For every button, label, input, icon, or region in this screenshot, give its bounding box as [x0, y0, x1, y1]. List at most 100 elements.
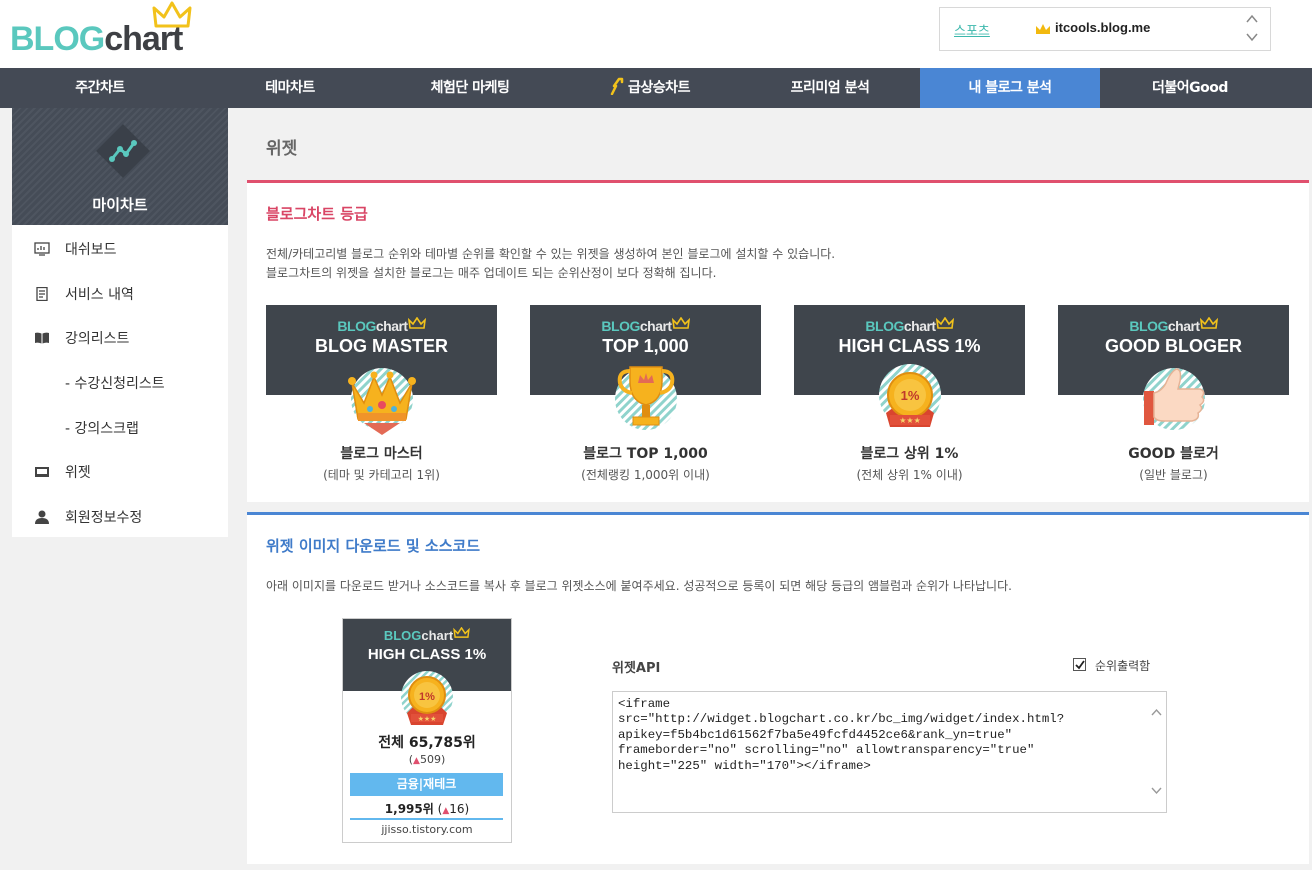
- sidebar-item-label: 서비스 내역: [65, 287, 134, 303]
- rising-arrow-icon: [610, 77, 624, 95]
- thumbs-up-emblem-icon: [1143, 368, 1205, 430]
- badge-blog-master: BLOGchart BLOG MASTER 블로그 마스터 (테마 및 카테고리…: [266, 305, 497, 485]
- sidebar-item-label: 강의리스트: [65, 331, 130, 347]
- crown-icon: [935, 316, 954, 329]
- crown-icon: [152, 1, 192, 28]
- scroll-down-icon[interactable]: [1151, 787, 1162, 795]
- blog-name: itcools.blog.me: [1055, 20, 1151, 35]
- grade-section: 블로그차트 등급 전체/카테고리별 블로그 순위와 테마별 순위를 확인할 수 …: [247, 180, 1309, 502]
- widget-download-section: 위젯 이미지 다운로드 및 소스코드 아래 이미지를 다운로드 받거나 소스코드…: [247, 512, 1309, 864]
- sidebar-menu: 대쉬보드 서비스 내역 강의리스트 - 수강신청리스트 - 강의스크랩 위젯 회…: [12, 225, 228, 537]
- page-title: 위젯: [266, 139, 298, 159]
- badge-label: GOOD 블로거: [1128, 446, 1219, 462]
- sidebar-item-enrollment-list[interactable]: - 수강신청리스트: [12, 367, 228, 397]
- badge-good-bloger: BLOGchart GOOD BLOGER GOOD 블로거 (일반 블로그): [1058, 305, 1289, 485]
- badge-high-class: BLOGchart HIGH CLASS 1% 1% ★★★ 블로그 상위 1%…: [794, 305, 1025, 485]
- sidebar-item-label: 위젯: [65, 465, 91, 481]
- svg-text:1%: 1%: [419, 691, 435, 703]
- divider: [350, 818, 503, 820]
- widget-api-label: 위젯API: [612, 661, 661, 676]
- medal-emblem-icon: 1% ★★★: [401, 671, 453, 725]
- widget-source-code[interactable]: <iframe src="http://widget.blogchart.co.…: [612, 691, 1167, 813]
- sidebar-item-edit-profile[interactable]: 회원정보수정: [12, 501, 228, 531]
- badge-label: 블로그 TOP 1,000: [583, 446, 708, 462]
- up-arrow-icon: ▲: [413, 756, 420, 766]
- badge-subtitle: (테마 및 카테고리 1위): [323, 468, 440, 482]
- badge-subtitle: (전체랭킹 1,000위 이내): [581, 468, 710, 482]
- nav-rising-chart[interactable]: 급상승차트: [560, 68, 740, 108]
- widget-download-description: 아래 이미지를 다운로드 받거나 소스코드를 복사 후 블로그 위젯소스에 붙여…: [266, 579, 1012, 593]
- badge-title: BLOG MASTER: [315, 336, 448, 356]
- nav-premium-analysis[interactable]: 프리미엄 분석: [740, 68, 920, 108]
- mychart-icon: [96, 124, 150, 178]
- widget-total-rank: 전체 65,785위: [378, 735, 476, 751]
- sidebar-item-widget[interactable]: 위젯: [12, 456, 228, 486]
- blog-selector[interactable]: 스포츠 itcools.blog.me: [939, 7, 1271, 51]
- badge-title: GOOD BLOGER: [1104, 336, 1242, 356]
- sidebar-item-label: 회원정보수정: [65, 510, 143, 526]
- badge-top-1000: BLOGchart TOP 1,000 블로그 TOP 1,000 (전체랭킹 …: [530, 305, 761, 485]
- widget-grade-title: HIGH CLASS 1%: [367, 646, 487, 663]
- sidebar-item-label: - 강의스크랩: [65, 421, 139, 437]
- crown-icon: [1199, 316, 1218, 329]
- widget-blog-url: jjisso.tistory.com: [381, 823, 473, 836]
- dashboard-icon: [34, 242, 50, 256]
- nav-rising-chart-label: 급상승차트: [628, 80, 690, 96]
- crown-icon: [1036, 24, 1050, 34]
- user-icon: [35, 510, 49, 524]
- sidebar-item-label: - 수강신청리스트: [65, 376, 165, 392]
- svg-text:1%: 1%: [901, 388, 920, 403]
- badge-subtitle: (전체 상위 1% 이내): [856, 468, 963, 482]
- blogchart-mini-logo: BLOGchart: [266, 316, 497, 334]
- crown-icon: [407, 316, 426, 329]
- main-nav: 주간차트 테마차트 체험단 마케팅 급상승차트 프리미엄 분석 내 블로그 분석…: [0, 68, 1312, 108]
- badge-label: 블로그 상위 1%: [860, 446, 959, 462]
- sidebar-item-lecture-list[interactable]: 강의리스트: [12, 322, 228, 352]
- svg-text:★★★: ★★★: [418, 715, 437, 723]
- grade-section-title: 블로그차트 등급: [266, 205, 368, 223]
- scroll-up-icon[interactable]: [1151, 708, 1162, 716]
- nav-theme-chart[interactable]: 테마차트: [200, 68, 380, 108]
- chevron-up-icon[interactable]: [1246, 14, 1258, 24]
- sidebar-header: 마이차트: [12, 108, 228, 225]
- crown-icon: [671, 316, 690, 329]
- blogchart-mini-logo: BLOGchart: [530, 316, 761, 334]
- badge-title: TOP 1,000: [602, 336, 689, 356]
- chevron-down-icon[interactable]: [1246, 32, 1258, 42]
- crown-emblem-icon: [348, 368, 416, 435]
- widget-download-title: 위젯 이미지 다운로드 및 소스코드: [266, 537, 481, 555]
- widget-category: 금융|재테크: [350, 773, 503, 796]
- sidebar-item-dashboard[interactable]: 대쉬보드: [12, 233, 228, 263]
- rank-output-checkbox[interactable]: [1073, 658, 1086, 671]
- blogchart-mini-logo: BLOGchart: [343, 626, 511, 643]
- nav-experience-marketing[interactable]: 체험단 마케팅: [380, 68, 560, 108]
- category-link[interactable]: 스포츠: [954, 20, 990, 39]
- widget-icon: [35, 467, 49, 477]
- badge-title: HIGH CLASS 1%: [838, 336, 981, 356]
- blogchart-logo[interactable]: BLOGchart: [10, 1, 200, 58]
- nav-my-blog-analysis[interactable]: 내 블로그 분석: [920, 68, 1100, 108]
- widget-rank-change: (▲509): [408, 753, 446, 766]
- blogchart-mini-logo: BLOGchart: [1058, 316, 1289, 334]
- nav-together-good[interactable]: 더불어Good: [1100, 68, 1280, 108]
- sidebar-item-label: 대쉬보드: [65, 242, 117, 258]
- sidebar-item-service-history[interactable]: 서비스 내역: [12, 278, 228, 308]
- blogchart-mini-logo: BLOGchart: [794, 316, 1025, 334]
- rank-output-label: 순위출력함: [1095, 659, 1151, 673]
- svg-text:★★★: ★★★: [899, 416, 921, 425]
- document-icon: [36, 287, 48, 301]
- badge-label: 블로그 마스터: [340, 446, 423, 462]
- sidebar-item-lecture-scrap[interactable]: - 강의스크랩: [12, 412, 228, 442]
- grade-description-1: 전체/카테고리별 블로그 순위와 테마별 순위를 확인할 수 있는 위젯을 생성…: [266, 247, 836, 261]
- book-icon: [35, 332, 49, 344]
- sidebar-title: 마이차트: [92, 196, 148, 214]
- badge-subtitle: (일반 블로그): [1139, 468, 1208, 482]
- widget-preview[interactable]: BLOGchart HIGH CLASS 1% 1% ★★★ 전체 65,785…: [342, 618, 512, 843]
- crown-icon: [453, 626, 470, 638]
- grade-description-2: 블로그차트의 위젯을 설치한 블로그는 매주 업데이트 되는 순위산정이 보다 …: [266, 266, 717, 280]
- medal-emblem-icon: 1% ★★★: [879, 364, 941, 427]
- widget-category-rank: 1,995위 (▲16): [384, 802, 470, 816]
- nav-weekly-chart[interactable]: 주간차트: [0, 68, 200, 108]
- header: BLOGchart 스포츠 itcools.blog.me: [0, 0, 1312, 68]
- checkmark-icon: [1075, 660, 1085, 670]
